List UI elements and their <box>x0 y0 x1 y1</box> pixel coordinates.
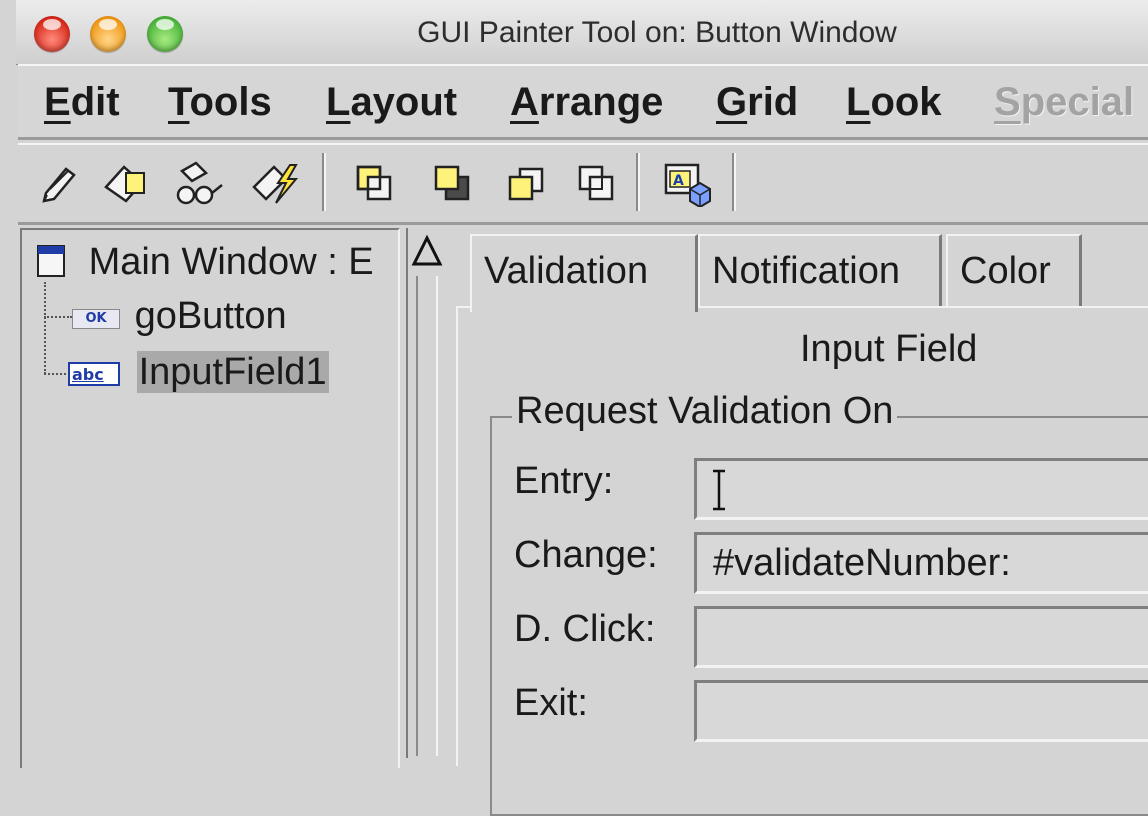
text-cursor-icon <box>713 469 725 511</box>
exit-field[interactable] <box>694 680 1148 742</box>
tree-item-gobutton[interactable]: OK goButton <box>72 294 287 338</box>
tab-notification[interactable]: Notification <box>698 234 942 306</box>
edit-pencil-icon[interactable] <box>36 159 84 207</box>
tree-item-inputfield1[interactable]: abc InputField1 <box>68 350 329 394</box>
tree-item-label: InputField1 <box>136 351 329 393</box>
tree-connector <box>44 316 72 318</box>
toolbar-separator <box>636 153 640 211</box>
menu-look[interactable]: Look <box>846 80 942 124</box>
menu-tools[interactable]: Tools <box>168 80 272 124</box>
tree-scrollbar[interactable] <box>406 228 446 758</box>
tab-color[interactable]: Color <box>946 234 1082 306</box>
scroll-track[interactable] <box>416 276 438 756</box>
bring-forward-icon[interactable] <box>502 159 550 207</box>
send-backward-icon[interactable] <box>572 159 620 207</box>
request-validation-group: Request Validation On Entry: Change: #va… <box>490 390 1148 816</box>
change-field[interactable]: #validateNumber: <box>694 532 1148 594</box>
paste-shape-icon[interactable] <box>102 159 150 207</box>
double-click-label: D. Click: <box>514 608 656 650</box>
menu-bar: Edit Tools Layout Arrange Grid Look Spec… <box>18 64 1148 140</box>
tab-validation[interactable]: Validation <box>470 234 698 312</box>
install-lightning-icon[interactable] <box>250 159 299 207</box>
tree-connector <box>44 282 46 374</box>
properties-panel: Validation Notification Color Input Fiel… <box>456 234 1148 816</box>
send-to-back-icon[interactable] <box>428 159 476 207</box>
toolbar: A <box>18 143 1148 225</box>
svg-text:A: A <box>673 173 684 189</box>
tree-item-label: goButton <box>134 295 287 337</box>
tree-connector <box>44 373 70 375</box>
exit-label: Exit: <box>514 682 588 724</box>
resource-finder-icon[interactable]: A <box>662 159 711 209</box>
change-label: Change: <box>514 534 658 576</box>
toolbar-separator <box>322 153 326 211</box>
menu-grid[interactable]: Grid <box>716 80 798 124</box>
validation-panel: Input Field Request Validation On Entry:… <box>456 306 1148 816</box>
tree-item-label: Main Window : E <box>88 241 374 283</box>
inspect-glasses-icon[interactable] <box>174 159 223 207</box>
entry-label: Entry: <box>514 460 614 502</box>
widget-tree[interactable]: Main Window : E OK goButton abc InputFie… <box>20 228 400 768</box>
input-field-widget-icon: abc <box>68 362 120 386</box>
menu-layout[interactable]: Layout <box>326 80 457 124</box>
entry-field[interactable] <box>694 458 1148 520</box>
window-title: GUI Painter Tool on: Button Window <box>417 16 897 49</box>
bring-to-front-icon[interactable] <box>350 159 398 207</box>
toolbar-separator <box>732 153 736 211</box>
panel-title: Input Field <box>800 328 978 370</box>
window-icon <box>37 245 65 277</box>
group-title: Request Validation On <box>512 390 898 433</box>
title-bar: GUI Painter Tool on: Button Window <box>16 0 1148 65</box>
menu-edit[interactable]: Edit <box>44 80 120 124</box>
tree-item-main-window[interactable]: Main Window : E <box>36 240 374 284</box>
double-click-field[interactable] <box>694 606 1148 668</box>
button-widget-icon: OK <box>72 309 120 329</box>
scroll-up-arrow-icon[interactable] <box>410 234 444 270</box>
menu-arrange[interactable]: Arrange <box>510 80 663 124</box>
menu-special: Special <box>994 80 1135 124</box>
